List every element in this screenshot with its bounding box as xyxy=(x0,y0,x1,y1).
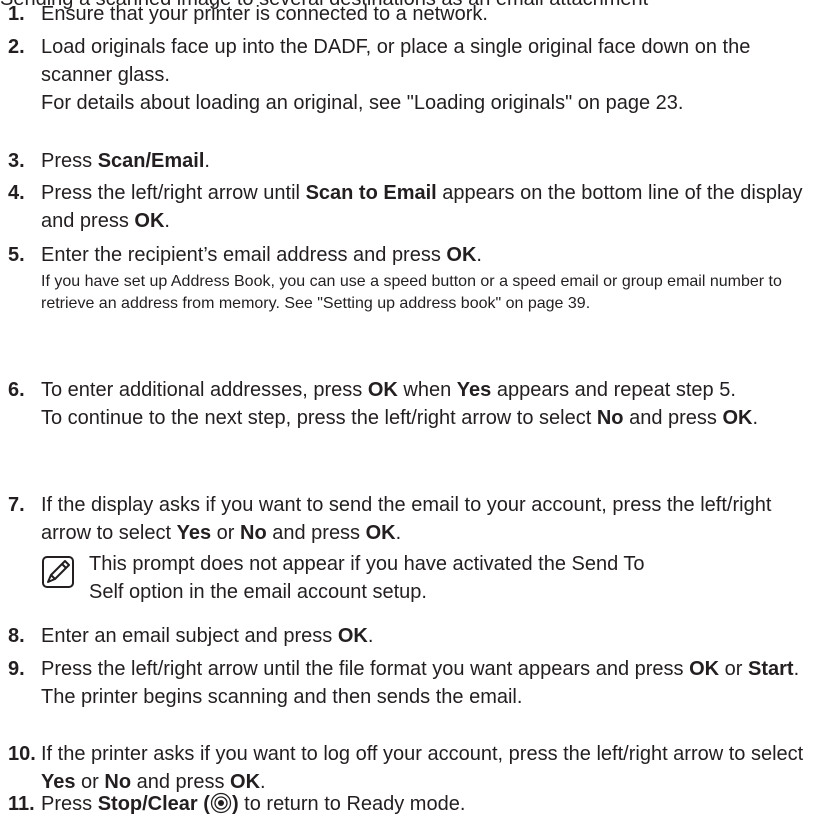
step-text: Enter the recipient’s email address and … xyxy=(41,241,808,315)
step-text: Press Stop/Clear () to return to Ready m… xyxy=(41,792,466,815)
step-number: 11. xyxy=(8,793,35,815)
note-pencil-icon xyxy=(42,556,74,588)
step-number: 5. xyxy=(8,244,25,266)
stop-clear-icon xyxy=(210,792,232,814)
step-number: 10. xyxy=(8,743,36,765)
step-text: Press Scan/Email. xyxy=(41,150,210,172)
step-number: 1. xyxy=(8,3,25,25)
step-text: Enter an email subject and press OK. xyxy=(41,625,374,647)
step-number: 6. xyxy=(8,379,25,401)
step-text: If the printer asks if you want to log o… xyxy=(41,743,804,793)
step-number: 8. xyxy=(8,625,25,647)
step-number: 3. xyxy=(8,150,25,172)
step-text: Load originals face up into the DADF, or… xyxy=(41,36,751,114)
step-text: Press the left/right arrow until Scan to… xyxy=(41,182,803,232)
step-number: 7. xyxy=(8,494,25,516)
manual-page: { "cut_line": "Sending a scanned image t… xyxy=(0,0,814,818)
step-number: 9. xyxy=(8,658,25,680)
step-text: Ensure that your printer is connected to… xyxy=(41,3,488,25)
note-text: This prompt does not appear if you have … xyxy=(89,553,645,603)
step-text: If the display asks if you want to send … xyxy=(41,494,772,544)
step-text: To enter additional addresses, press OK … xyxy=(41,379,759,429)
step-text: Press the left/right arrow until the fil… xyxy=(41,658,800,708)
step-number: 4. xyxy=(8,182,25,204)
step-5-detail: If you have set up Address Book, you can… xyxy=(41,273,782,312)
step-number: 2. xyxy=(8,36,25,58)
